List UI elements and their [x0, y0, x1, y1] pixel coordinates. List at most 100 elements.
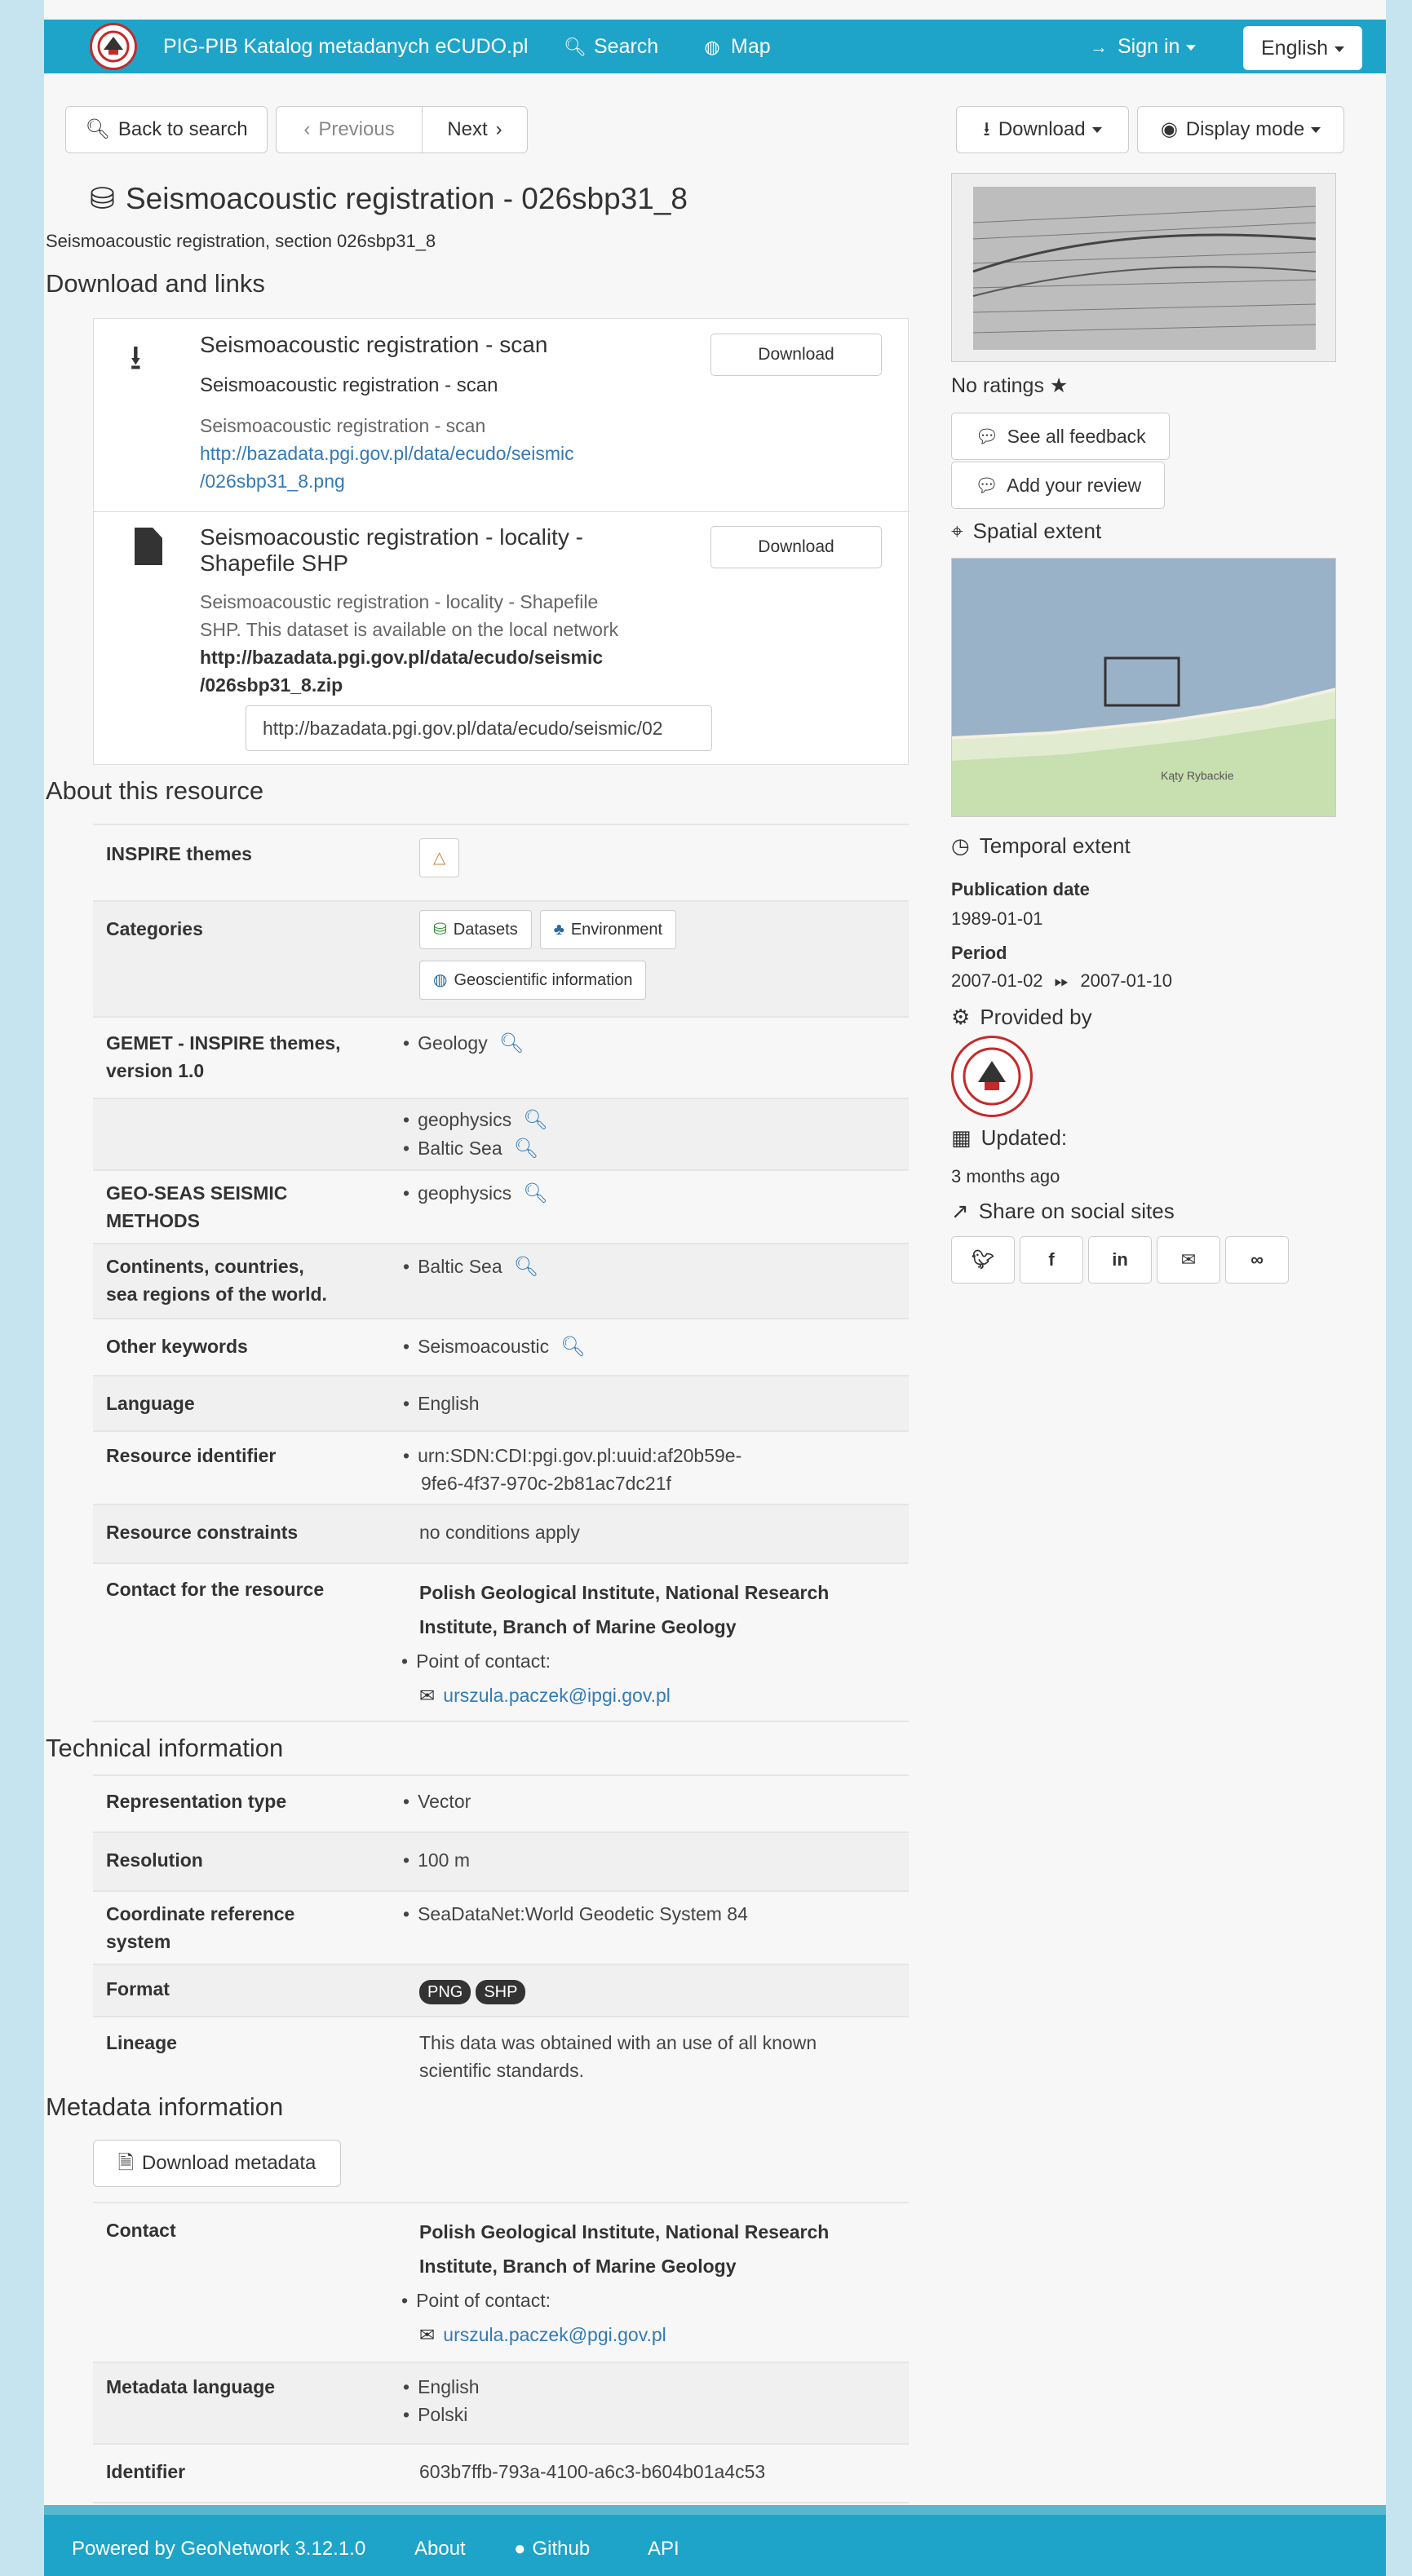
signin-icon: →	[1090, 37, 1108, 57]
spatial-extent-map[interactable]: Kąty Rybackie	[951, 558, 1336, 817]
nav-search-label: Search	[594, 35, 659, 58]
link-description: Seismoacoustic registration - locality -…	[200, 588, 618, 699]
star-icon: ★	[1049, 374, 1069, 397]
signin-menu[interactable]: → Sign in	[1087, 20, 1197, 73]
row-value: geophysics 🔍︎	[403, 1179, 884, 1208]
period-label: Period	[951, 943, 1007, 963]
inspire-theme-icon[interactable]: △	[419, 838, 460, 877]
updated-label: Updated:	[980, 1125, 1068, 1150]
resolution-value: 100 m	[403, 1846, 884, 1874]
table-row: Other keywords Seismoacoustic 🔍︎	[93, 1318, 909, 1375]
link-title-line2: Shapefile SHP	[200, 550, 349, 576]
category-chip[interactable]: ⛁ Datasets	[419, 910, 532, 949]
powered-by-link[interactable]: Powered by GeoNetwork 3.12.1.0	[72, 2538, 365, 2561]
provider-logo[interactable]	[951, 1036, 1033, 1117]
link-url-line1[interactable]: http://bazadata.pgi.gov.pl/data/ecudo/se…	[200, 440, 574, 467]
period-end: 2007-01-10	[1080, 970, 1172, 991]
row-value: Geology 🔍︎	[403, 1029, 884, 1058]
keyword-item: Baltic Sea 🔍︎	[403, 1253, 884, 1281]
row-key-line2: system	[106, 1931, 171, 1952]
back-to-search-label: Back to search	[117, 118, 248, 140]
download-scan-button[interactable]: Download	[710, 334, 882, 376]
add-review-label: Add your review	[1007, 475, 1142, 496]
permalink-icon[interactable]: ∞	[1225, 1236, 1289, 1284]
map-label: Kąty Rybackie	[1161, 769, 1234, 782]
row-value: 100 m	[403, 1846, 884, 1874]
link-title[interactable]: Seismoacoustic registration - locality -…	[200, 524, 583, 577]
contact-email[interactable]: ✉ urszula.paczek@pgi.gov.pl	[419, 2318, 901, 2352]
updated-value: 3 months ago	[951, 1166, 1060, 1186]
keyword-item: geophysics 🔍︎	[403, 1106, 884, 1134]
calendar-icon: ▦	[951, 1125, 972, 1150]
brand-logo[interactable]	[90, 23, 137, 70]
facebook-icon[interactable]: f	[1020, 1236, 1083, 1284]
previous-button[interactable]: ‹ Previous	[276, 106, 423, 153]
download-metadata-button[interactable]: 🗎︎ Download metadata	[93, 2140, 341, 2187]
page: PIG-PIB Katalog metadanych eCUDO.pl 🔍︎ Se…	[44, 0, 1386, 2576]
api-link[interactable]: API	[648, 2538, 679, 2561]
search-icon[interactable]: 🔍︎	[514, 1138, 538, 1160]
twitter-icon[interactable]: 🐦︎	[951, 1236, 1015, 1284]
link-description: Seismoacoustic registration - scan http:…	[200, 412, 574, 495]
display-mode-dropdown[interactable]: ◉ Display mode	[1137, 106, 1344, 153]
keyword-item: Geology 🔍︎	[403, 1029, 884, 1058]
linkedin-icon[interactable]: in	[1088, 1236, 1152, 1284]
row-key: GEO-SEAS SEISMIC METHODS	[106, 1179, 400, 1235]
link-url-line2[interactable]: /026sbp31_8.png	[200, 467, 574, 495]
search-icon[interactable]: 🔍︎	[560, 1336, 585, 1358]
database-icon: ⛁	[90, 182, 116, 215]
download-dropdown[interactable]: ⭳ Download	[956, 106, 1129, 153]
language-item: English	[403, 2373, 884, 2401]
download-shp-button[interactable]: Download	[710, 526, 882, 568]
spatial-extent-heading: ⌖ Spatial extent	[951, 519, 1101, 545]
search-icon: 🔍︎	[564, 37, 586, 57]
row-key: Continents, countries, sea regions of th…	[106, 1253, 400, 1308]
github-link[interactable]: ● Github	[514, 2538, 590, 2561]
language-dropdown[interactable]: English	[1243, 26, 1362, 70]
format-badge: SHP	[476, 1980, 526, 2004]
category-chip[interactable]: ◍ Geoscientific information	[419, 961, 647, 1000]
updated-heading: ▦ Updated:	[951, 1125, 1067, 1151]
table-row: Identifier 603b7ffb-793a-4100-a6c3-b604b…	[93, 2443, 909, 2503]
row-key: Coordinate reference system	[106, 1900, 400, 1955]
search-icon: 🔍︎	[85, 118, 110, 140]
contact-email[interactable]: ✉ urszula.paczek@ipgi.gov.pl	[419, 1678, 901, 1712]
comments-icon: 💬︎	[975, 426, 999, 447]
search-icon[interactable]: 🔍︎	[523, 1109, 547, 1131]
download-icon: ⭳	[130, 338, 142, 377]
row-key: Other keywords	[106, 1336, 248, 1357]
link-url-input[interactable]: http://bazadata.pgi.gov.pl/data/ecudo/se…	[246, 705, 712, 751]
row-value: Vector	[403, 1787, 884, 1815]
search-icon[interactable]: 🔍︎	[499, 1032, 524, 1054]
row-key: Resolution	[106, 1849, 203, 1871]
share-heading: ↗ Share on social sites	[951, 1199, 1175, 1224]
link-url-line2: /026sbp31_8.zip	[200, 674, 343, 696]
preview-thumbnail[interactable]	[951, 173, 1336, 362]
search-icon[interactable]: 🔍︎	[514, 1256, 538, 1278]
row-value: English Polski	[403, 2373, 884, 2428]
category-label: Geoscientific information	[454, 971, 633, 989]
table-row: Contact Polish Geological Institute, Nat…	[93, 2202, 909, 2362]
see-feedback-button[interactable]: 💬︎ See all feedback	[951, 413, 1170, 460]
nav-map[interactable]: ◍ Map	[700, 20, 770, 73]
next-label: Next	[447, 118, 488, 140]
footer: Powered by GeoNetwork 3.12.1.0 About ● Gi…	[44, 2505, 1386, 2576]
chevron-down-icon	[1186, 44, 1197, 51]
brand-title[interactable]: PIG-PIB Katalog metadanych eCUDO.pl	[163, 20, 528, 73]
row-key: GEMET - INSPIRE themes, version 1.0	[106, 1029, 400, 1085]
link-title-line1: Seismoacoustic registration - locality -	[200, 524, 583, 550]
next-button[interactable]: Next ›	[422, 106, 528, 153]
about-link[interactable]: About	[414, 2538, 466, 2561]
language-label: English	[1261, 37, 1328, 60]
row-key: Resource identifier	[106, 1445, 277, 1466]
add-review-button[interactable]: 💬︎ Add your review	[951, 462, 1165, 509]
row-value: Polish Geological Institute, National Re…	[416, 1575, 901, 1712]
link-title[interactable]: Seismoacoustic registration - scan	[200, 332, 547, 358]
keyword-text: geophysics	[418, 1182, 512, 1204]
category-chip[interactable]: ♣ Environment	[539, 910, 677, 949]
publication-date-label: Publication date	[951, 879, 1090, 899]
email-icon[interactable]: ✉	[1157, 1236, 1220, 1284]
back-to-search-button[interactable]: 🔍︎ Back to search	[65, 106, 268, 153]
nav-search[interactable]: 🔍︎ Search	[563, 20, 658, 73]
search-icon[interactable]: 🔍︎	[523, 1182, 547, 1204]
